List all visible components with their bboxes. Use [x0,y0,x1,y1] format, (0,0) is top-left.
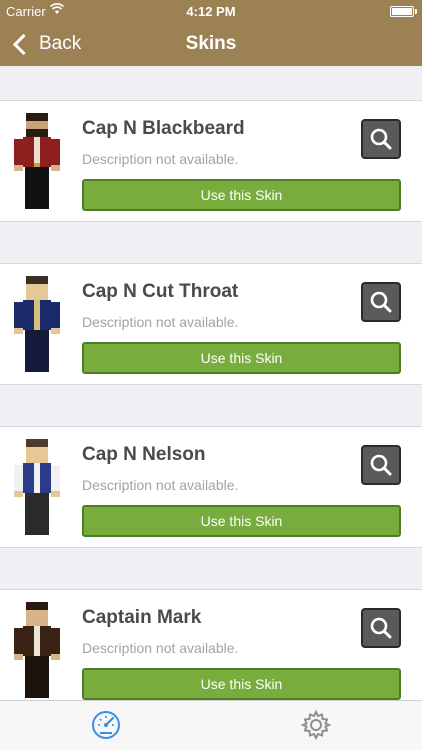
skin-avatar [14,276,60,372]
gear-icon [300,709,332,741]
skin-card: Cap N Cut Throat Description not availab… [0,263,422,385]
tab-bar [0,700,422,750]
skin-card: Cap N Nelson Description not available. … [0,426,422,548]
preview-button[interactable] [361,445,401,485]
navigation-bar: Back Skins [0,22,422,66]
tab-dashboard[interactable] [86,707,126,743]
skin-description: Description not available. [82,151,239,167]
search-icon [370,291,392,313]
skin-name: Captain Mark [82,607,202,628]
skin-description: Description not available. [82,640,239,656]
battery-icon [390,6,417,17]
use-skin-button[interactable]: Use this Skin [82,179,401,211]
skin-avatar [14,602,60,698]
skin-avatar [14,113,60,209]
clock: 4:12 PM [186,4,236,19]
preview-button[interactable] [361,608,401,648]
skin-list[interactable]: Cap N Blackbeard Description not availab… [0,66,422,700]
search-icon [370,128,392,150]
dashboard-icon [92,711,120,739]
skin-card: Captain Mark Description not available. … [0,589,422,700]
skin-description: Description not available. [82,314,239,330]
search-icon [370,454,392,476]
skin-description: Description not available. [82,477,239,493]
skin-name: Cap N Cut Throat [82,281,239,302]
skin-avatar [14,439,60,535]
skin-name: Cap N Nelson [82,444,206,465]
tab-settings[interactable] [296,707,336,743]
top-bar: Carrier 4:12 PM Back Skins [0,0,422,66]
status-bar: Carrier 4:12 PM [0,0,422,22]
search-icon [370,617,392,639]
use-skin-button[interactable]: Use this Skin [82,668,401,700]
skin-card: Cap N Blackbeard Description not availab… [0,100,422,222]
use-skin-button[interactable]: Use this Skin [82,342,401,374]
preview-button[interactable] [361,119,401,159]
use-skin-button[interactable]: Use this Skin [82,505,401,537]
page-title: Skins [185,33,237,54]
skin-name: Cap N Blackbeard [82,118,245,139]
preview-button[interactable] [361,282,401,322]
